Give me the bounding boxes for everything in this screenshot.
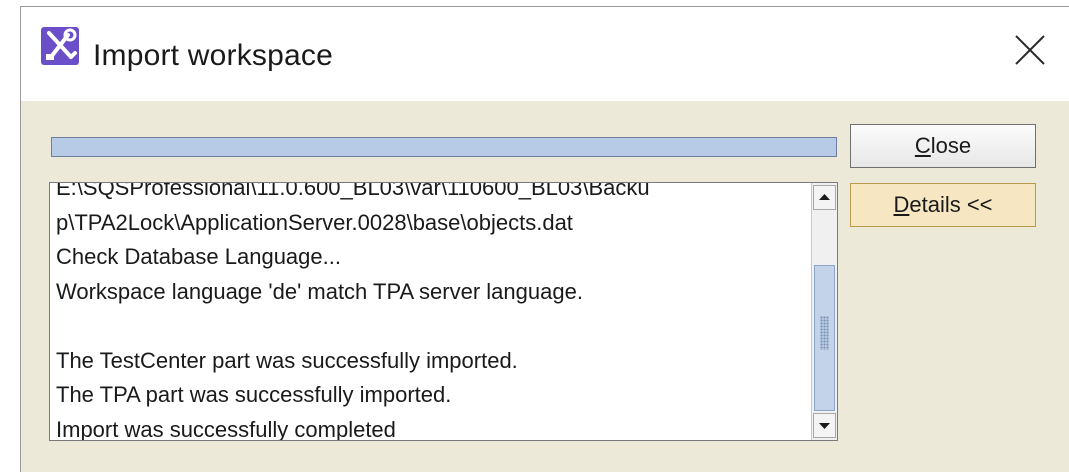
log-line: Check Database Language...: [56, 244, 341, 269]
log-lines: E:\SQSProfessional\11.0.600_BL03\var\110…: [56, 182, 808, 441]
scroll-up-button[interactable]: [813, 185, 836, 210]
log-line: Import was successfully completed: [56, 416, 396, 441]
import-workspace-dialog: Import workspace E:\SQSProfessional\11.0…: [20, 6, 1069, 472]
log-line: The TestCenter part was successfully imp…: [56, 347, 518, 373]
window-title: Import workspace: [93, 39, 333, 72]
log-line: Workspace language 'de' match TPA server…: [56, 278, 583, 304]
details-button-label: etails <<: [909, 192, 993, 217]
details-button-mnemonic: D: [893, 192, 910, 217]
close-button[interactable]: Close: [850, 124, 1036, 168]
title-bar: Import workspace: [21, 7, 1069, 101]
scroll-down-button[interactable]: [813, 413, 836, 438]
progress-bar: [51, 137, 837, 157]
vertical-scrollbar[interactable]: [811, 183, 837, 440]
grip-icon: [820, 316, 829, 350]
scrollbar-thumb[interactable]: [814, 265, 835, 411]
details-button[interactable]: Details <<: [850, 183, 1036, 227]
log-line: p\TPA2Lock\ApplicationServer.0028\base\o…: [56, 209, 573, 235]
close-button-label: lose: [930, 133, 972, 158]
close-icon[interactable]: [1009, 29, 1051, 71]
tools-icon: [41, 27, 79, 65]
close-button-mnemonic: C: [914, 133, 931, 158]
log-line: The TPA part was successfully imported.: [56, 382, 452, 407]
log-line: E:\SQSProfessional\11.0.600_BL03\var\110…: [56, 182, 650, 200]
log-textarea[interactable]: E:\SQSProfessional\11.0.600_BL03\var\110…: [49, 182, 838, 441]
